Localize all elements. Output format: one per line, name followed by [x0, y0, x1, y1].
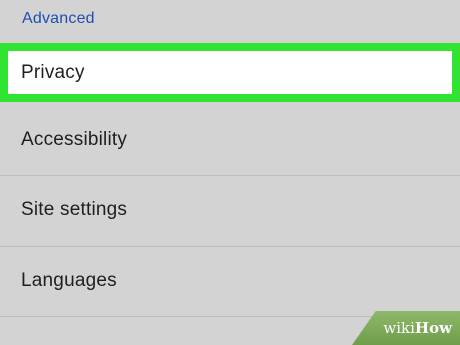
- watermark-wiki-text: wiki: [383, 319, 415, 337]
- settings-item-site-settings[interactable]: Site settings: [0, 176, 460, 244]
- settings-screen: Advanced Privacy Accessibility Site sett…: [0, 0, 460, 345]
- settings-item-privacy[interactable]: Privacy: [0, 43, 460, 102]
- watermark-how-text: How: [414, 319, 452, 337]
- settings-item-accessibility[interactable]: Accessibility: [0, 106, 460, 174]
- section-header-advanced: Advanced: [22, 10, 95, 27]
- settings-item-languages[interactable]: Languages: [0, 247, 460, 315]
- settings-item-label: Site settings: [21, 199, 128, 220]
- settings-item-label: Accessibility: [21, 129, 128, 150]
- settings-item-label: Languages: [21, 270, 117, 291]
- settings-item-label: Privacy: [21, 61, 85, 83]
